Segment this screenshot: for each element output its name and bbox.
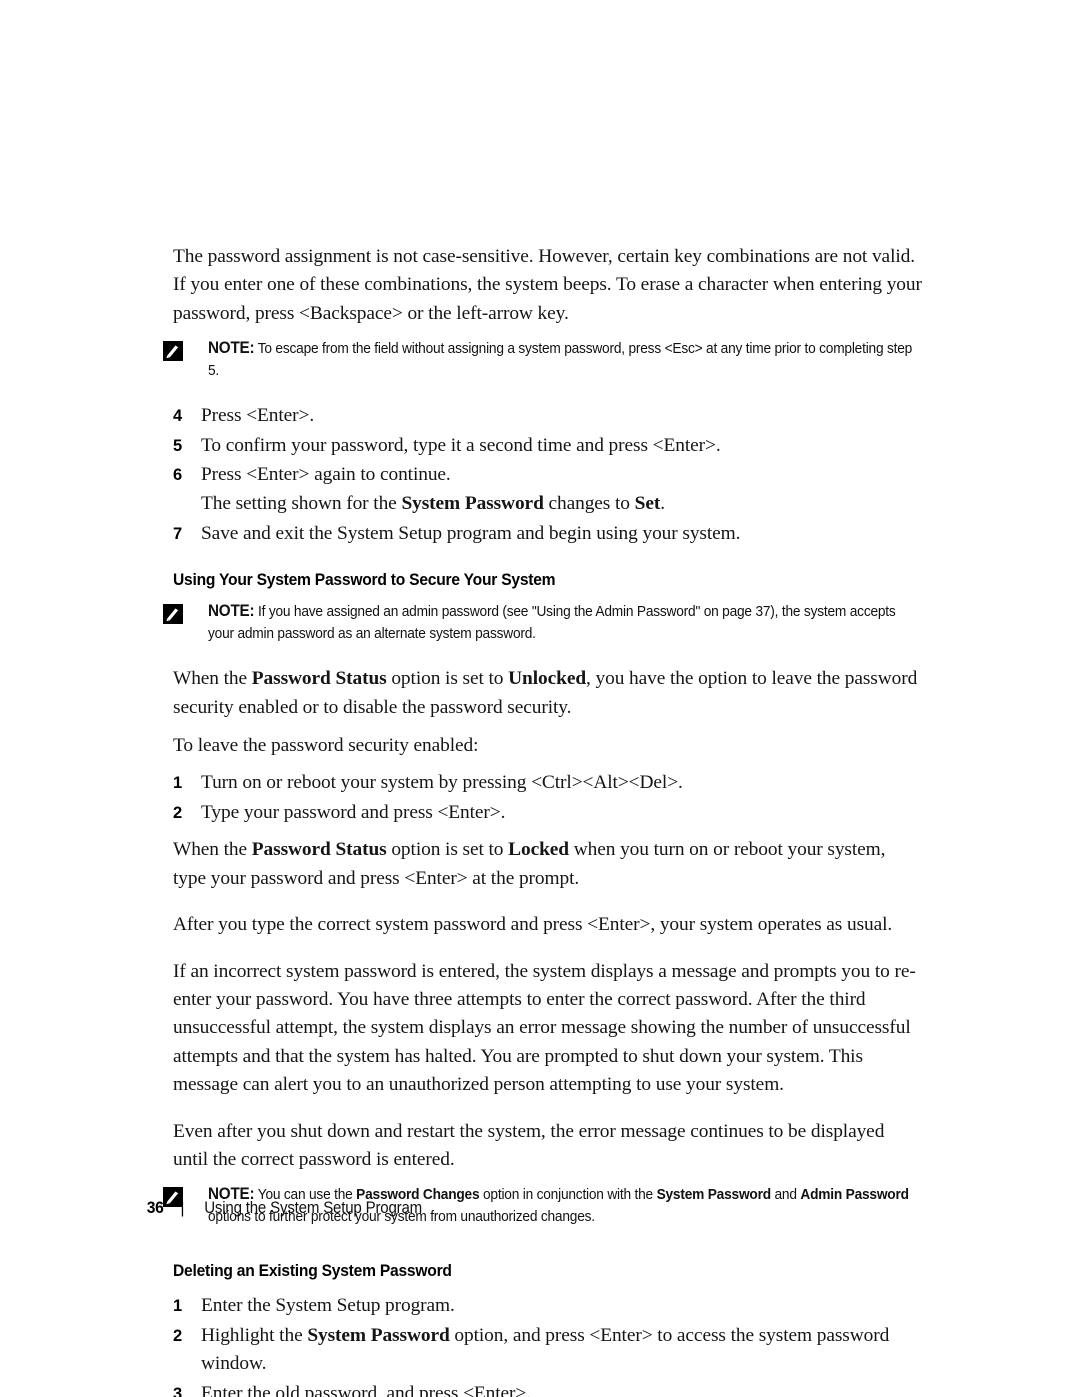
list-item: 1 Enter the System Setup program.	[173, 1292, 922, 1320]
steps-list-mid: 1 Turn on or reboot your system by press…	[173, 769, 922, 827]
bold-system-password: System Password	[656, 1187, 772, 1204]
paragraph-even-after-shutdown: Even after you shut down and restart the…	[173, 1120, 885, 1170]
step-number: 1	[173, 774, 183, 793]
step-text: Press <Enter>.	[201, 405, 315, 427]
note-mid2: and	[770, 1187, 801, 1204]
section-heading-deleting-password: Deleting an Existing System Password	[173, 1261, 452, 1281]
note-block-escape: NOTE: To escape from the field without a…	[163, 338, 922, 382]
note-mid1: option in conjunction with the	[479, 1187, 657, 1204]
list-item: 1 Turn on or reboot your system by press…	[173, 769, 922, 797]
paragraph-incorrect-password: If an incorrect system password is enter…	[173, 960, 916, 1096]
list-item: 7 Save and exit the System Setup program…	[173, 520, 922, 548]
substep-post: .	[660, 493, 665, 515]
step-text: Turn on or reboot your system by pressin…	[201, 772, 683, 794]
step-text: Save and exit the System Setup program a…	[201, 522, 741, 544]
paragraph-leave-enabled: To leave the password security enabled:	[173, 735, 479, 757]
step-pre: Highlight the	[201, 1324, 308, 1346]
step-text: Highlight the System Password option, an…	[201, 1325, 889, 1374]
step-text: Press <Enter> again to continue.	[201, 464, 451, 486]
note-text: NOTE: To escape from the field without a…	[208, 338, 922, 382]
step-text: Type your password and press <Enter>.	[201, 801, 506, 823]
substep-bold-set: Set	[634, 493, 661, 515]
step-text: Enter the System Setup program.	[201, 1295, 455, 1317]
note-body: If you have assigned an admin password (…	[208, 604, 896, 642]
note-body: To escape from the field without assigni…	[208, 341, 913, 379]
bold-locked: Locked	[508, 839, 569, 861]
paragraph-password-status-unlocked: When the Password Status option is set t…	[173, 665, 922, 722]
note-pencil-icon	[163, 341, 183, 362]
list-item: 6 Press <Enter> again to continue. The s…	[173, 461, 922, 519]
bold-unlocked: Unlocked	[508, 668, 587, 690]
step-number: 7	[173, 524, 183, 543]
page-content: The password assignment is not case-sens…	[163, 243, 922, 1397]
step-sub-text: The setting shown for the System Passwor…	[201, 490, 922, 518]
list-item: 2 Highlight the System Password option, …	[173, 1322, 922, 1379]
paragraph-correct-password: After you type the correct system passwo…	[173, 914, 893, 936]
step-number: 1	[173, 1297, 183, 1316]
bold-password-status: Password Status	[251, 668, 387, 690]
step-text: To confirm your password, type it a seco…	[201, 434, 721, 456]
note-pencil-icon	[163, 604, 183, 625]
page-number: 36	[146, 1198, 164, 1217]
list-item: 3 Enter the old password, and press <Ent…	[173, 1380, 922, 1397]
step-number: 5	[173, 436, 183, 455]
section-heading-using-system-password: Using Your System Password to Secure You…	[173, 570, 556, 590]
note-block-admin-password: NOTE: If you have assigned an admin pass…	[163, 601, 922, 645]
substep-pre: The setting shown for the	[201, 493, 402, 515]
para-pre: When the	[173, 839, 252, 861]
list-item: 5 To confirm your password, type it a se…	[173, 432, 922, 460]
para-pre: When the	[173, 668, 252, 690]
list-item: 4 Press <Enter>.	[173, 402, 922, 430]
document-page: The password assignment is not case-sens…	[0, 0, 1080, 1397]
bold-password-status: Password Status	[251, 839, 387, 861]
substep-bold-system-password: System Password	[401, 493, 544, 515]
para-mid: option is set to	[386, 839, 509, 861]
step-number: 4	[173, 407, 183, 426]
para-mid: option is set to	[386, 668, 509, 690]
footer-separator: |	[180, 1200, 185, 1217]
substep-mid: changes to	[543, 493, 635, 515]
step-number: 2	[173, 803, 183, 822]
steps-list-top: 4 Press <Enter>. 5 To confirm your passw…	[173, 402, 922, 548]
paragraph-password-status-locked: When the Password Status option is set t…	[173, 836, 922, 893]
step-number: 6	[173, 466, 183, 485]
step-text: Enter the old password, and press <Enter…	[201, 1382, 531, 1397]
note-text: NOTE: If you have assigned an admin pass…	[208, 601, 922, 645]
page-footer: 36 | Using the System Setup Program	[146, 1198, 431, 1218]
bold-system-password: System Password	[307, 1324, 450, 1346]
note-label: NOTE:	[208, 339, 255, 358]
footer-chapter-title: Using the System Setup Program	[204, 1199, 423, 1217]
list-item: 2 Type your password and press <Enter>.	[173, 799, 922, 827]
bold-admin-password: Admin Password	[800, 1187, 909, 1204]
step-number: 2	[173, 1326, 183, 1345]
steps-list-bottom: 1 Enter the System Setup program. 2 High…	[173, 1292, 922, 1397]
step-number: 3	[173, 1384, 183, 1397]
note-label: NOTE:	[208, 602, 255, 621]
intro-paragraph: The password assignment is not case-sens…	[173, 246, 922, 324]
